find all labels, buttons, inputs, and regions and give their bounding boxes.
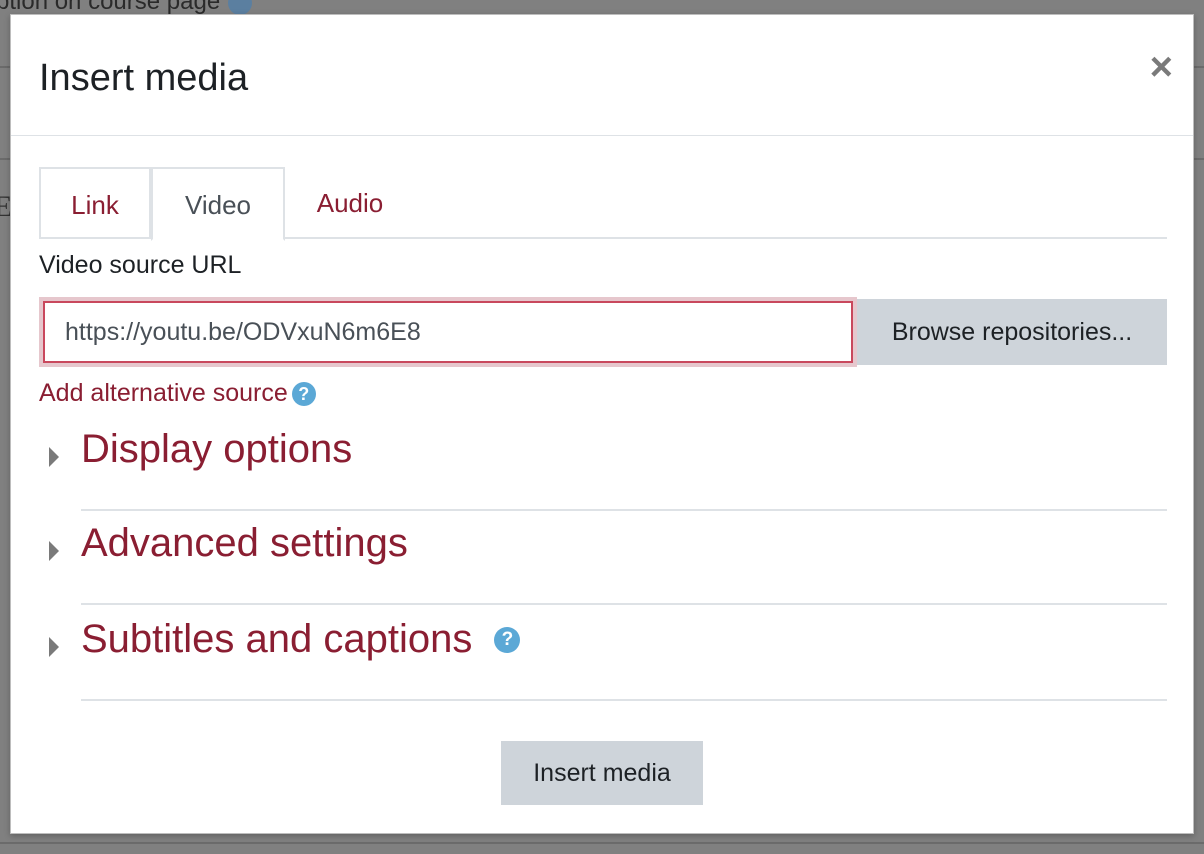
caret-right-icon <box>49 541 59 561</box>
section-divider <box>81 699 1167 701</box>
browse-repositories-button[interactable]: Browse repositories... <box>857 299 1167 365</box>
tab-link[interactable]: Link <box>39 167 151 239</box>
video-source-field-wrap <box>39 297 857 367</box>
background-divider <box>0 842 1204 844</box>
dialog-title: Insert media <box>39 57 249 99</box>
caret-right-icon <box>49 637 59 657</box>
video-source-label: Video source URL <box>39 251 242 279</box>
section-title-wrap: Subtitles and captions ? <box>81 617 521 662</box>
dialog-header: Insert media × <box>11 15 1193 136</box>
close-icon[interactable]: × <box>1150 45 1173 89</box>
video-source-url-input[interactable] <box>43 301 853 363</box>
help-icon[interactable]: ? <box>291 381 316 406</box>
caret-right-icon <box>49 447 59 467</box>
background-help-icon <box>228 0 253 15</box>
section-subtitles-captions[interactable]: Subtitles and captions ? <box>39 607 1167 701</box>
help-icon[interactable]: ? <box>494 626 521 653</box>
section-title: Display options <box>81 427 353 471</box>
section-advanced-settings[interactable]: Advanced settings <box>39 511 1167 605</box>
insert-media-dialog: Insert media × Link Video Audio Video so… <box>10 14 1194 834</box>
tab-audio[interactable]: Audio <box>285 167 415 239</box>
add-alternative-source-label: Add alternative source <box>39 379 288 407</box>
media-type-tabs: Link Video Audio <box>39 167 1167 241</box>
section-display-options[interactable]: Display options <box>39 417 1167 511</box>
add-alternative-source-link[interactable]: Add alternative source ? <box>39 379 316 408</box>
insert-media-button[interactable]: Insert media <box>501 741 703 805</box>
tab-video[interactable]: Video <box>151 167 285 241</box>
section-title: Subtitles and captions <box>81 617 473 661</box>
section-title: Advanced settings <box>81 521 408 565</box>
section-divider <box>81 603 1167 605</box>
